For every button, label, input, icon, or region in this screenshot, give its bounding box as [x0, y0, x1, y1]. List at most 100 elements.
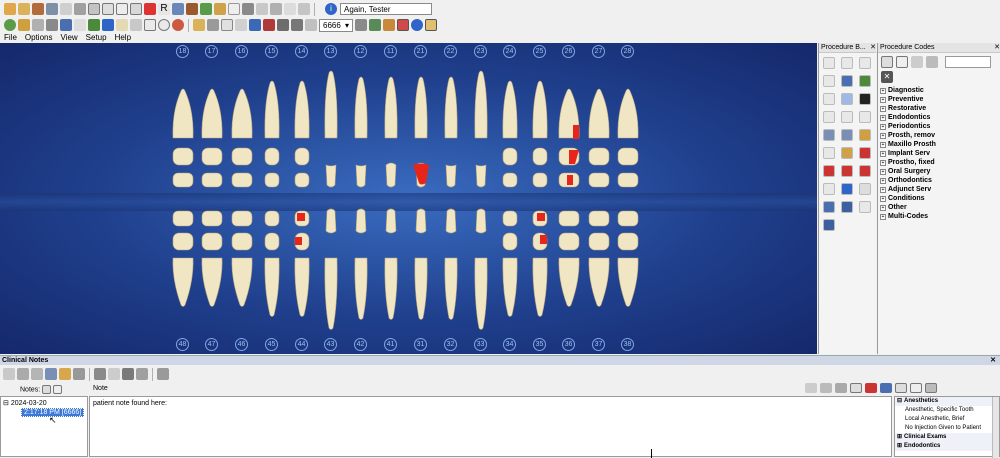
procedure-button-11-icon[interactable] — [841, 111, 853, 123]
procedure-button-26-icon[interactable] — [841, 201, 853, 213]
tooth-36-occlusal[interactable] — [558, 232, 580, 251]
procedure-button-28-icon[interactable] — [823, 219, 835, 231]
note-text[interactable]: patient note found here: — [93, 400, 888, 407]
tooth-37-side[interactable] — [588, 257, 610, 307]
tooth-17-side[interactable] — [201, 88, 223, 139]
lock-icon[interactable] — [73, 368, 85, 380]
tooth-41-side[interactable] — [384, 257, 398, 320]
tooth-18-facial[interactable] — [172, 172, 194, 188]
tooth-43-side[interactable] — [324, 257, 338, 330]
tooth-21-side[interactable] — [414, 76, 428, 139]
menu-view[interactable]: View — [60, 33, 77, 43]
list-icon[interactable] — [277, 19, 289, 31]
procedure-category-prosth-remov[interactable]: + Prosth, remov — [878, 131, 1000, 140]
link-icon[interactable] — [880, 383, 892, 393]
refresh-icon[interactable] — [4, 19, 16, 31]
tooth-number-33[interactable]: 33 — [474, 338, 487, 351]
tooth-chart[interactable]: 18 17 16 15 14 13 12 11 21 22 23 24 25 26 27 28 48 47 46 45… — [0, 43, 817, 354]
caries-35-facial[interactable] — [537, 213, 545, 221]
tooth-number-48[interactable]: 48 — [176, 338, 189, 351]
gear-icon[interactable] — [207, 19, 219, 31]
book-icon[interactable] — [186, 3, 198, 15]
caries-44-occlusal[interactable] — [295, 237, 302, 245]
expand-icon[interactable]: + — [880, 204, 886, 211]
tooth-number-13[interactable]: 13 — [324, 45, 337, 58]
procedure-button-8-icon[interactable] — [841, 93, 853, 105]
tooth-number-18[interactable]: 18 — [176, 45, 189, 58]
procedure-button-22-icon[interactable] — [823, 183, 835, 195]
tooth-number-15[interactable]: 15 — [265, 45, 278, 58]
brush-icon[interactable] — [193, 19, 205, 31]
tooth-42-incisal[interactable] — [355, 208, 367, 234]
quick-note-item[interactable]: Local Anesthetic, Brief — [895, 415, 999, 424]
procedure-button-6-icon[interactable] — [859, 75, 871, 87]
list-view-icon[interactable] — [53, 385, 63, 394]
tooth-15-side[interactable] — [264, 80, 280, 139]
tooth-number-31[interactable]: 31 — [414, 338, 427, 351]
procedure-button-19-icon[interactable] — [823, 165, 835, 177]
export-icon[interactable] — [425, 19, 437, 31]
procedure-button-18-icon[interactable] — [859, 147, 871, 159]
procedure-button-5-icon[interactable] — [841, 75, 853, 87]
patient-name-field[interactable]: Again, Tester — [340, 3, 432, 15]
caries-26-facial[interactable] — [567, 175, 573, 185]
bracket-icon[interactable] — [74, 19, 86, 31]
tooth-number-46[interactable]: 46 — [235, 338, 248, 351]
image-icon[interactable] — [102, 19, 114, 31]
expand-icon[interactable]: ⊞ — [897, 442, 902, 451]
scan-icon[interactable] — [256, 3, 268, 15]
procedure-button-16-icon[interactable] — [823, 147, 835, 159]
tooth-45-occlusal[interactable] — [264, 232, 280, 251]
delete-note-icon[interactable] — [31, 368, 43, 380]
tooth-number-41[interactable]: 41 — [384, 338, 397, 351]
tooth-13-side[interactable] — [324, 70, 338, 139]
note-editor[interactable]: patient note found here: — [89, 396, 892, 458]
expand-icon[interactable]: + — [880, 195, 886, 202]
pen-icon[interactable] — [46, 3, 58, 15]
grid-view-icon[interactable] — [896, 56, 908, 68]
tooth-46-side[interactable] — [231, 257, 253, 307]
tooth-18-side[interactable] — [172, 88, 194, 139]
tooth-number-17[interactable]: 17 — [205, 45, 218, 58]
tooth-16-occlusal[interactable] — [231, 147, 253, 166]
tooth-number-11[interactable]: 11 — [384, 45, 397, 58]
tooth-34-occlusal[interactable] — [502, 232, 518, 251]
detail-view-icon[interactable] — [910, 383, 922, 393]
procedure-button-24-icon[interactable] — [859, 183, 871, 195]
tooth-16-side[interactable] — [231, 88, 253, 139]
folder-icon[interactable] — [74, 3, 86, 15]
expand-icon[interactable]: + — [880, 96, 886, 103]
tooth-25-facial[interactable] — [532, 172, 548, 188]
expand-icon[interactable]: + — [880, 123, 886, 130]
expand-icon[interactable]: + — [880, 114, 886, 121]
tooth-number-44[interactable]: 44 — [295, 338, 308, 351]
procedure-button-2-icon[interactable] — [841, 57, 853, 69]
chart-icon[interactable] — [172, 3, 184, 15]
menu-help[interactable]: Help — [115, 33, 131, 43]
quick-note-group[interactable]: ⊞ Clinical Exams — [895, 433, 999, 442]
sign-note-icon[interactable] — [45, 368, 57, 380]
clear-icon[interactable]: ✕ — [881, 71, 893, 83]
tooth-17-occlusal[interactable] — [201, 147, 223, 166]
chart-view-icon[interactable] — [397, 19, 409, 31]
tooth-28-facial[interactable] — [617, 172, 639, 188]
tooth-18-occlusal[interactable] — [172, 147, 194, 166]
tooth-number-42[interactable]: 42 — [354, 338, 367, 351]
caries-21-incisal[interactable] — [413, 163, 429, 185]
tooth-37-facial[interactable] — [588, 210, 610, 227]
tooth-27-occlusal[interactable] — [588, 147, 610, 166]
tooth-41-incisal[interactable] — [385, 208, 397, 234]
patient-selector[interactable]: i Again, Tester — [325, 3, 432, 15]
procedure-category-endodontics[interactable]: + Endodontics — [878, 113, 1000, 122]
procedure-button-23-icon[interactable] — [841, 183, 853, 195]
tooth-38-facial[interactable] — [617, 210, 639, 227]
tooth-38-side[interactable] — [617, 257, 639, 307]
form3-icon[interactable] — [116, 3, 128, 15]
tooth-34-side[interactable] — [502, 257, 518, 317]
scissors-icon[interactable] — [130, 19, 142, 31]
window-icon[interactable] — [144, 19, 156, 31]
document-icon[interactable] — [32, 3, 44, 15]
tooth-17-facial[interactable] — [201, 172, 223, 188]
procedure-button-27-icon[interactable] — [859, 201, 871, 213]
tooth-13-incisal[interactable] — [325, 164, 337, 188]
